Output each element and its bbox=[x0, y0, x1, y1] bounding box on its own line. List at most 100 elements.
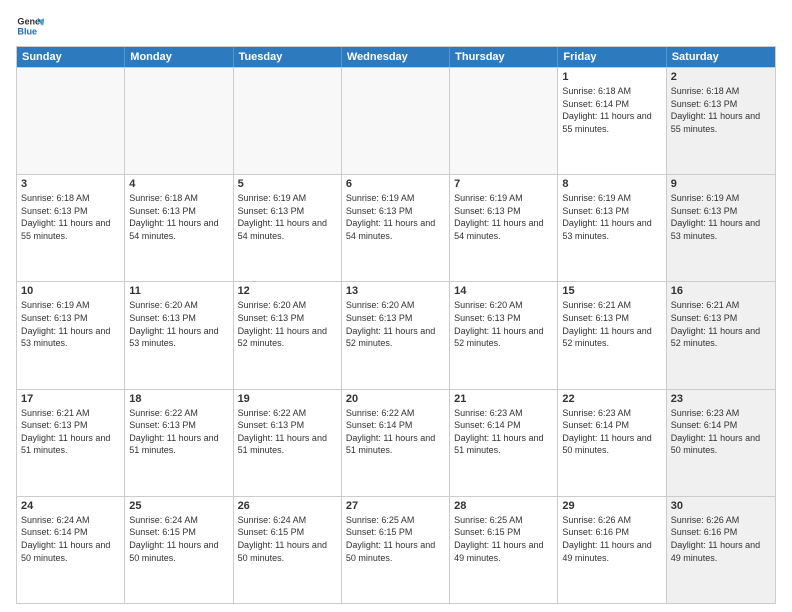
day-number: 4 bbox=[129, 178, 228, 190]
calendar-cell-2-2: 12Sunrise: 6:20 AM Sunset: 6:13 PM Dayli… bbox=[234, 282, 342, 388]
calendar-cell-1-4: 7Sunrise: 6:19 AM Sunset: 6:13 PM Daylig… bbox=[450, 175, 558, 281]
calendar-row-2: 10Sunrise: 6:19 AM Sunset: 6:13 PM Dayli… bbox=[17, 281, 775, 388]
header: General Blue bbox=[16, 12, 776, 40]
calendar-cell-4-0: 24 Sunrise: 6:24 AM Sunset: 6:14 PM Dayli… bbox=[17, 497, 125, 603]
cell-detail-text: Sunrise: 6:23 AM Sunset: 6:14 PM Dayligh… bbox=[454, 407, 553, 457]
cell-detail-text: Sunrise: 6:26 AM Sunset: 6:16 PM Dayligh… bbox=[671, 514, 771, 564]
day-number: 11 bbox=[129, 285, 228, 297]
day-number: 24 bbox=[21, 500, 120, 512]
day-number: 1 bbox=[562, 71, 661, 83]
weekday-header-monday: Monday bbox=[125, 47, 233, 67]
calendar-cell-2-0: 10Sunrise: 6:19 AM Sunset: 6:13 PM Dayli… bbox=[17, 282, 125, 388]
cell-detail-text: Sunrise: 6:22 AM Sunset: 6:13 PM Dayligh… bbox=[129, 407, 228, 457]
weekday-header-thursday: Thursday bbox=[450, 47, 558, 67]
cell-detail-text: Sunrise: 6:19 AM Sunset: 6:13 PM Dayligh… bbox=[238, 192, 337, 242]
day-number: 25 bbox=[129, 500, 228, 512]
cell-detail-text: Sunrise: 6:21 AM Sunset: 6:13 PM Dayligh… bbox=[21, 407, 120, 457]
day-number: 20 bbox=[346, 393, 445, 405]
cell-detail-text: Sunrise: 6:23 AM Sunset: 6:14 PM Dayligh… bbox=[562, 407, 661, 457]
calendar-cell-4-6: 30 Sunrise: 6:26 AM Sunset: 6:16 PM Dayli… bbox=[667, 497, 775, 603]
day-number: 29 bbox=[562, 500, 661, 512]
calendar-cell-4-1: 25 Sunrise: 6:24 AM Sunset: 6:15 PM Dayli… bbox=[125, 497, 233, 603]
day-number: 14 bbox=[454, 285, 553, 297]
cell-detail-text: Sunrise: 6:24 AM Sunset: 6:15 PM Dayligh… bbox=[129, 514, 228, 564]
calendar-row-1: 3 Sunrise: 6:18 AM Sunset: 6:13 PM Daylig… bbox=[17, 174, 775, 281]
calendar-cell-2-1: 11 Sunrise: 6:20 AM Sunset: 6:13 PM Dayli… bbox=[125, 282, 233, 388]
calendar-cell-1-2: 5Sunrise: 6:19 AM Sunset: 6:13 PM Daylig… bbox=[234, 175, 342, 281]
day-number: 2 bbox=[671, 71, 771, 83]
calendar-cell-4-3: 27 Sunrise: 6:25 AM Sunset: 6:15 PM Dayli… bbox=[342, 497, 450, 603]
cell-detail-text: Sunrise: 6:20 AM Sunset: 6:13 PM Dayligh… bbox=[454, 299, 553, 349]
day-number: 6 bbox=[346, 178, 445, 190]
svg-text:Blue: Blue bbox=[17, 26, 37, 36]
calendar-cell-2-4: 14 Sunrise: 6:20 AM Sunset: 6:13 PM Dayli… bbox=[450, 282, 558, 388]
cell-detail-text: Sunrise: 6:21 AM Sunset: 6:13 PM Dayligh… bbox=[562, 299, 661, 349]
weekday-header-wednesday: Wednesday bbox=[342, 47, 450, 67]
calendar-cell-1-3: 6 Sunrise: 6:19 AM Sunset: 6:13 PM Daylig… bbox=[342, 175, 450, 281]
day-number: 16 bbox=[671, 285, 771, 297]
cell-detail-text: Sunrise: 6:21 AM Sunset: 6:13 PM Dayligh… bbox=[671, 299, 771, 349]
cell-detail-text: Sunrise: 6:19 AM Sunset: 6:13 PM Dayligh… bbox=[671, 192, 771, 242]
cell-detail-text: Sunrise: 6:18 AM Sunset: 6:13 PM Dayligh… bbox=[129, 192, 228, 242]
calendar-cell-0-4 bbox=[450, 68, 558, 174]
calendar-cell-0-6: 2 Sunrise: 6:18 AM Sunset: 6:13 PM Daylig… bbox=[667, 68, 775, 174]
cell-detail-text: Sunrise: 6:25 AM Sunset: 6:15 PM Dayligh… bbox=[346, 514, 445, 564]
calendar-cell-3-2: 19Sunrise: 6:22 AM Sunset: 6:13 PM Dayli… bbox=[234, 390, 342, 496]
calendar-cell-2-3: 13Sunrise: 6:20 AM Sunset: 6:13 PM Dayli… bbox=[342, 282, 450, 388]
cell-detail-text: Sunrise: 6:20 AM Sunset: 6:13 PM Dayligh… bbox=[238, 299, 337, 349]
cell-detail-text: Sunrise: 6:19 AM Sunset: 6:13 PM Dayligh… bbox=[346, 192, 445, 242]
calendar-body: 1Sunrise: 6:18 AM Sunset: 6:14 PM Daylig… bbox=[17, 67, 775, 603]
logo: General Blue bbox=[16, 12, 44, 40]
cell-detail-text: Sunrise: 6:19 AM Sunset: 6:13 PM Dayligh… bbox=[21, 299, 120, 349]
cell-detail-text: Sunrise: 6:22 AM Sunset: 6:14 PM Dayligh… bbox=[346, 407, 445, 457]
day-number: 28 bbox=[454, 500, 553, 512]
calendar-cell-0-1 bbox=[125, 68, 233, 174]
cell-detail-text: Sunrise: 6:20 AM Sunset: 6:13 PM Dayligh… bbox=[129, 299, 228, 349]
cell-detail-text: Sunrise: 6:19 AM Sunset: 6:13 PM Dayligh… bbox=[562, 192, 661, 242]
day-number: 13 bbox=[346, 285, 445, 297]
cell-detail-text: Sunrise: 6:18 AM Sunset: 6:13 PM Dayligh… bbox=[21, 192, 120, 242]
calendar: SundayMondayTuesdayWednesdayThursdayFrid… bbox=[16, 46, 776, 604]
calendar-header: SundayMondayTuesdayWednesdayThursdayFrid… bbox=[17, 47, 775, 67]
calendar-cell-0-2 bbox=[234, 68, 342, 174]
calendar-cell-1-6: 9 Sunrise: 6:19 AM Sunset: 6:13 PM Daylig… bbox=[667, 175, 775, 281]
day-number: 8 bbox=[562, 178, 661, 190]
calendar-cell-1-5: 8 Sunrise: 6:19 AM Sunset: 6:13 PM Daylig… bbox=[558, 175, 666, 281]
cell-detail-text: Sunrise: 6:18 AM Sunset: 6:13 PM Dayligh… bbox=[671, 85, 771, 135]
calendar-cell-0-3 bbox=[342, 68, 450, 174]
calendar-row-0: 1Sunrise: 6:18 AM Sunset: 6:14 PM Daylig… bbox=[17, 67, 775, 174]
day-number: 30 bbox=[671, 500, 771, 512]
day-number: 26 bbox=[238, 500, 337, 512]
day-number: 18 bbox=[129, 393, 228, 405]
calendar-cell-0-0 bbox=[17, 68, 125, 174]
day-number: 15 bbox=[562, 285, 661, 297]
calendar-cell-1-0: 3 Sunrise: 6:18 AM Sunset: 6:13 PM Daylig… bbox=[17, 175, 125, 281]
calendar-row-3: 17 Sunrise: 6:21 AM Sunset: 6:13 PM Dayli… bbox=[17, 389, 775, 496]
calendar-cell-4-5: 29 Sunrise: 6:26 AM Sunset: 6:16 PM Dayli… bbox=[558, 497, 666, 603]
day-number: 9 bbox=[671, 178, 771, 190]
calendar-cell-3-3: 20 Sunrise: 6:22 AM Sunset: 6:14 PM Dayli… bbox=[342, 390, 450, 496]
cell-detail-text: Sunrise: 6:24 AM Sunset: 6:14 PM Dayligh… bbox=[21, 514, 120, 564]
logo-icon: General Blue bbox=[16, 12, 44, 40]
day-number: 7 bbox=[454, 178, 553, 190]
day-number: 27 bbox=[346, 500, 445, 512]
day-number: 22 bbox=[562, 393, 661, 405]
calendar-cell-4-2: 26 Sunrise: 6:24 AM Sunset: 6:15 PM Dayli… bbox=[234, 497, 342, 603]
day-number: 17 bbox=[21, 393, 120, 405]
calendar-cell-2-6: 16 Sunrise: 6:21 AM Sunset: 6:13 PM Dayli… bbox=[667, 282, 775, 388]
day-number: 3 bbox=[21, 178, 120, 190]
cell-detail-text: Sunrise: 6:25 AM Sunset: 6:15 PM Dayligh… bbox=[454, 514, 553, 564]
calendar-cell-2-5: 15 Sunrise: 6:21 AM Sunset: 6:13 PM Dayli… bbox=[558, 282, 666, 388]
weekday-header-saturday: Saturday bbox=[667, 47, 775, 67]
day-number: 23 bbox=[671, 393, 771, 405]
weekday-header-sunday: Sunday bbox=[17, 47, 125, 67]
calendar-cell-1-1: 4 Sunrise: 6:18 AM Sunset: 6:13 PM Daylig… bbox=[125, 175, 233, 281]
weekday-header-tuesday: Tuesday bbox=[234, 47, 342, 67]
cell-detail-text: Sunrise: 6:22 AM Sunset: 6:13 PM Dayligh… bbox=[238, 407, 337, 457]
calendar-cell-0-5: 1Sunrise: 6:18 AM Sunset: 6:14 PM Daylig… bbox=[558, 68, 666, 174]
calendar-cell-3-0: 17 Sunrise: 6:21 AM Sunset: 6:13 PM Dayli… bbox=[17, 390, 125, 496]
cell-detail-text: Sunrise: 6:24 AM Sunset: 6:15 PM Dayligh… bbox=[238, 514, 337, 564]
calendar-row-4: 24 Sunrise: 6:24 AM Sunset: 6:14 PM Dayli… bbox=[17, 496, 775, 603]
cell-detail-text: Sunrise: 6:23 AM Sunset: 6:14 PM Dayligh… bbox=[671, 407, 771, 457]
cell-detail-text: Sunrise: 6:26 AM Sunset: 6:16 PM Dayligh… bbox=[562, 514, 661, 564]
